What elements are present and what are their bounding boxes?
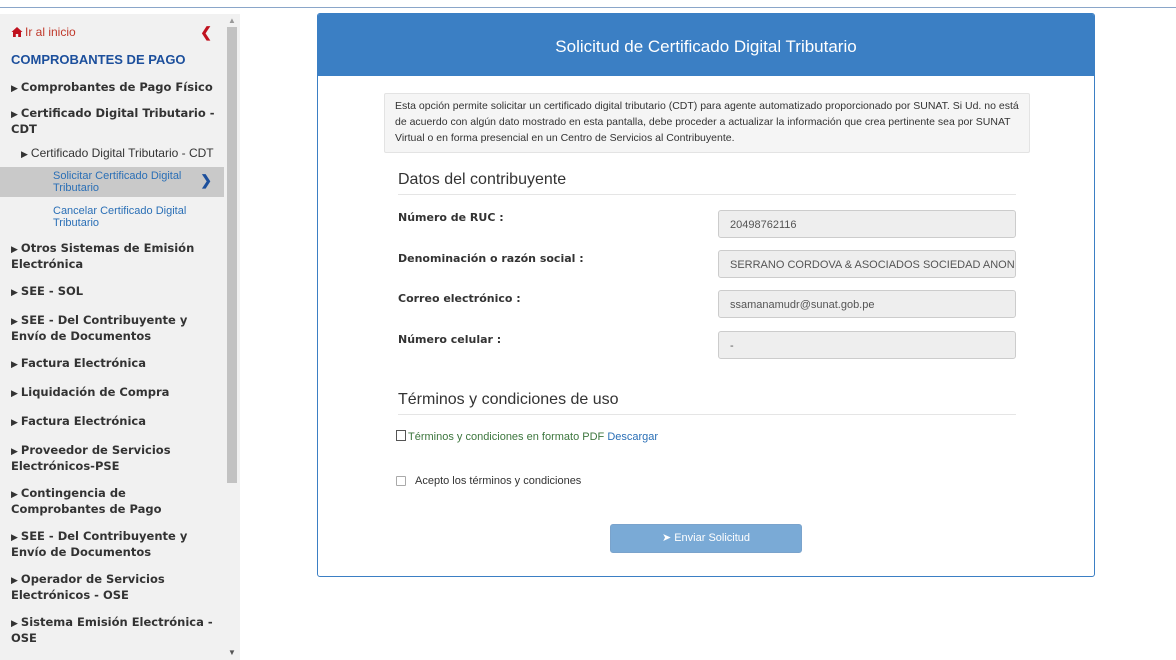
sidebar-item-label: Operador de Servicios Electrónicos - OSE	[11, 572, 165, 602]
expand-triangle-icon: ▶	[21, 149, 28, 159]
expand-triangle-icon: ▶	[11, 619, 18, 629]
request-panel: Solicitud de Certificado Digital Tributa…	[317, 13, 1095, 577]
phone-field: -	[718, 331, 1016, 359]
sidebar-item-label: Proveedor de Servicios Electrónicos-PSE	[11, 443, 171, 473]
razon-social-field: SERRANO CORDOVA & ASOCIADOS SOCIEDAD ANO…	[718, 250, 1016, 278]
chevron-right-icon: ❯	[200, 172, 212, 188]
section-heading-terminos: Términos y condiciones de uso	[398, 391, 1016, 415]
scrollbar-thumb[interactable]	[227, 27, 237, 483]
sidebar-subitem-cdt[interactable]: ▶ Certificado Digital Tributario - CDT	[0, 140, 224, 165]
accept-terms-row[interactable]: Acepto los términos y condiciones	[396, 475, 581, 487]
sidebar-leaf-solicitar[interactable]: Solicitar Certificado Digital Tributario…	[0, 167, 224, 197]
sidebar-item-see-contribuyente[interactable]: ▶ SEE - Del Contribuyente y Envío de Docu…	[0, 304, 224, 347]
sidebar-item-factura-electronica-2[interactable]: ▶ Factura Electrónica	[0, 405, 224, 434]
expand-triangle-icon: ▶	[11, 245, 18, 255]
expand-triangle-icon: ▶	[11, 576, 18, 586]
top-border	[0, 0, 1176, 8]
sidebar-item-label: Contingencia de Comprobantes de Pago	[11, 486, 162, 516]
email-label: Correo electrónico :	[398, 292, 521, 305]
intro-notice: Esta opción permite solicitar un certifi…	[384, 93, 1030, 153]
sidebar-item-label: SEE - Del Contribuyente y Envío de Docum…	[11, 529, 188, 559]
email-field: ssamanamudr@sunat.gob.pe	[718, 290, 1016, 318]
expand-triangle-icon: ▶	[11, 288, 18, 298]
sidebar-item-cdt[interactable]: ▶ Certificado Digital Tributario - CDT	[0, 100, 224, 140]
expand-triangle-icon: ▶	[11, 490, 18, 500]
sidebar-item-sistema-emision-ose[interactable]: ▶ Sistema Emisión Electrónica - OSE	[0, 606, 224, 649]
sidebar-item-label: Liquidación de Compra	[20, 385, 170, 399]
sidebar-leaf-label: Solicitar Certificado Digital Tributario	[53, 170, 182, 194]
sidebar-item-factura-electronica[interactable]: ▶ Factura Electrónica	[0, 347, 224, 376]
sidebar-item-ose[interactable]: ▶ Operador de Servicios Electrónicos - OS…	[0, 563, 224, 606]
ruc-label: Número de RUC :	[398, 211, 504, 224]
terms-pdf-row: Términos y condiciones en formato PDF De…	[396, 430, 658, 443]
sidebar-menu: Ir al inicio ❮ COMPROBANTES DE PAGO ▶ Com…	[0, 14, 224, 660]
sidebar-item-see-contribuyente-2[interactable]: ▶ SEE - Del Contribuyente y Envío de Docu…	[0, 520, 224, 563]
expand-triangle-icon: ▶	[11, 84, 18, 94]
expand-triangle-icon: ▶	[11, 360, 18, 370]
section-heading-datos: Datos del contribuyente	[398, 171, 1016, 195]
sidebar-scrollbar[interactable]: ▲ ▼	[226, 14, 238, 660]
expand-triangle-icon: ▶	[11, 447, 18, 457]
sidebar-item-otros-sistemas[interactable]: ▶ Otros Sistemas de Emisión Electrónica	[0, 232, 224, 275]
sidebar: Ir al inicio ❮ COMPROBANTES DE PAGO ▶ Com…	[0, 14, 240, 660]
collapse-sidebar-icon[interactable]: ❮	[200, 24, 212, 41]
sidebar-leaf-label: Cancelar Certificado Digital Tributario	[53, 205, 187, 229]
home-label: Ir al inicio	[25, 25, 76, 39]
expand-triangle-icon: ▶	[11, 317, 18, 327]
send-request-button[interactable]: ➤ Enviar Solicitud	[610, 524, 802, 553]
download-link[interactable]: Descargar	[607, 431, 658, 443]
sidebar-item-see-sol[interactable]: ▶ SEE - SOL	[0, 275, 224, 304]
sidebar-item-label: Sistema Emisión Electrónica - OSE	[11, 615, 213, 645]
sidebar-item-label: Factura Electrónica	[20, 414, 146, 428]
expand-triangle-icon: ▶	[11, 418, 18, 428]
terms-pdf-label[interactable]: Términos y condiciones en formato PDF	[408, 431, 604, 443]
sidebar-item-label: Otros Sistemas de Emisión Electrónica	[11, 241, 195, 271]
expand-triangle-icon: ▶	[11, 533, 18, 543]
sidebar-title: COMPROBANTES DE PAGO	[11, 52, 186, 67]
expand-triangle-icon: ▶	[11, 389, 18, 399]
home-link[interactable]: Ir al inicio ❮	[0, 14, 224, 50]
sidebar-item-label: SEE - Del Contribuyente y Envío de Docum…	[11, 313, 188, 343]
sidebar-leaf-cancelar[interactable]: Cancelar Certificado Digital Tributario	[0, 197, 224, 232]
sidebar-item-contingencia[interactable]: ▶ Contingencia de Comprobantes de Pago	[0, 477, 224, 520]
sidebar-item-liquidacion-compra[interactable]: ▶ Liquidación de Compra	[0, 376, 224, 405]
sidebar-item-comprobantes-fisico[interactable]: ▶ Comprobantes de Pago Físico	[0, 74, 224, 100]
sidebar-item-label: Factura Electrónica	[20, 356, 146, 370]
ruc-field: 20498762116	[718, 210, 1016, 238]
scroll-down-arrow-icon[interactable]: ▼	[228, 648, 236, 657]
panel-title: Solicitud de Certificado Digital Tributa…	[318, 14, 1094, 76]
sidebar-item-label: Certificado Digital Tributario - CDT	[11, 106, 215, 136]
accept-terms-label: Acepto los términos y condiciones	[415, 475, 582, 487]
sidebar-item-pse[interactable]: ▶ Proveedor de Servicios Electrónicos-PSE	[0, 434, 224, 477]
accept-terms-checkbox[interactable]	[396, 476, 406, 486]
send-button-label: Enviar Solicitud	[674, 532, 751, 544]
sidebar-item-label: Comprobantes de Pago Físico	[20, 80, 213, 94]
home-icon	[11, 27, 23, 37]
pdf-file-icon	[396, 430, 406, 441]
razon-social-label: Denominación o razón social :	[398, 252, 584, 265]
sidebar-subitem-label: Certificado Digital Tributario - CDT	[30, 146, 214, 160]
sidebar-item-label: SEE - SOL	[20, 284, 84, 298]
scroll-up-arrow-icon[interactable]: ▲	[228, 16, 236, 25]
expand-triangle-icon: ▶	[11, 110, 18, 120]
send-arrow-icon: ➤	[661, 532, 672, 544]
phone-label: Número celular :	[398, 333, 502, 346]
